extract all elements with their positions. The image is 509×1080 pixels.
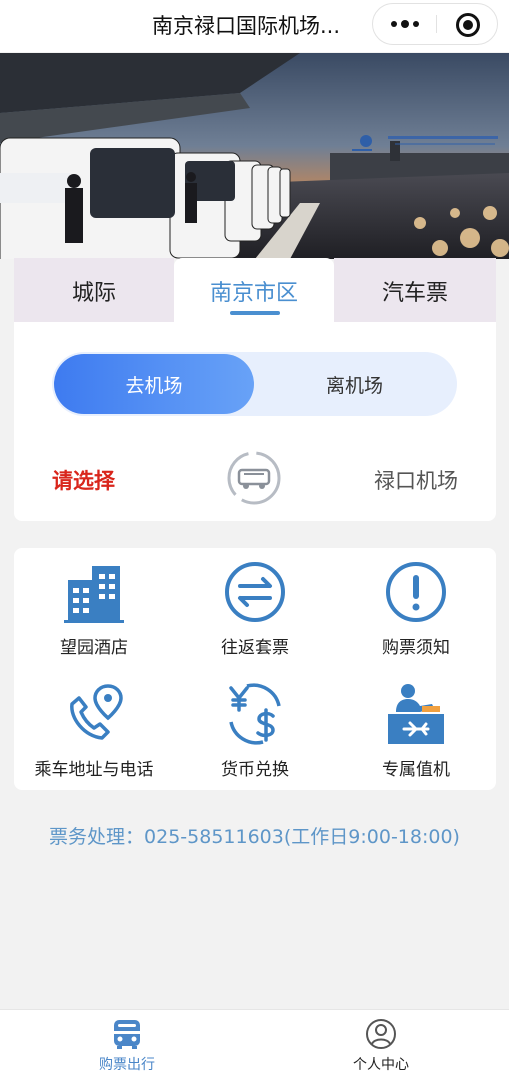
from-airport-button[interactable]: 离机场 xyxy=(252,352,457,416)
tabbar-label: 个人中心 xyxy=(353,1057,409,1073)
swap-route-icon[interactable] xyxy=(226,450,282,506)
tab-underline xyxy=(230,311,280,315)
page-title: 南京禄口国际机场... xyxy=(152,14,341,38)
service-label: 往返套票 xyxy=(221,638,289,658)
tabbar-item-profile[interactable]: 个人中心 xyxy=(254,1010,508,1080)
tab-label: 城际 xyxy=(71,280,116,306)
checkin-counter-icon xyxy=(388,684,444,744)
service-currency[interactable]: 货币兑换 xyxy=(175,670,335,790)
banner-image xyxy=(0,53,509,259)
capsule-divider xyxy=(436,15,437,33)
tab-bus-ticket[interactable]: 汽车票 xyxy=(334,258,496,323)
services-grid: 望园酒店 往返套票 购票须知 乘车地址与电话 货币兑换 专属值机 xyxy=(14,548,496,790)
phone-location-icon xyxy=(70,684,123,740)
service-round-trip[interactable]: 往返套票 xyxy=(175,548,335,668)
round-trip-arrows-icon xyxy=(225,562,285,622)
service-label: 乘车地址与电话 xyxy=(34,760,154,780)
tabbar-item-tickets[interactable]: 购票出行 xyxy=(0,1010,254,1080)
destination-label[interactable]: 禄口机场 xyxy=(374,465,458,495)
user-icon xyxy=(366,1019,396,1049)
service-label: 货币兑换 xyxy=(221,760,289,780)
category-tabs: 城际 南京市区 汽车票 xyxy=(0,258,509,323)
bus-icon xyxy=(114,1020,140,1049)
service-label: 专属值机 xyxy=(382,760,450,780)
ticket-hotline[interactable]: 票务处理：025-58511603(工作日9:00-18:00) xyxy=(0,822,509,849)
tab-intercity[interactable]: 城际 xyxy=(14,258,174,323)
service-label: 望园酒店 xyxy=(60,638,128,658)
service-hotel[interactable]: 望园酒店 xyxy=(14,548,174,668)
service-address-phone[interactable]: 乘车地址与电话 xyxy=(14,670,174,790)
hotel-building-icon xyxy=(64,566,124,623)
exclamation-notice-icon xyxy=(386,562,446,622)
dot-icon xyxy=(390,21,397,27)
service-label: 购票须知 xyxy=(382,638,450,658)
banner-carousel[interactable] xyxy=(0,53,509,259)
service-notice[interactable]: 购票须知 xyxy=(336,548,496,668)
currency-exchange-icon xyxy=(229,683,281,745)
bottom-tab-bar: 购票出行 个人中心 xyxy=(0,1009,509,1080)
tab-label: 南京市区 xyxy=(209,280,298,306)
dot-icon xyxy=(400,20,409,28)
nav-bar: 南京禄口国际机场... xyxy=(0,0,509,52)
origin-select[interactable]: 请选择 xyxy=(52,465,115,495)
direction-toggle: 去机场 离机场 xyxy=(52,352,457,416)
service-checkin[interactable]: 专属值机 xyxy=(336,670,496,790)
tab-nanjing-city[interactable]: 南京市区 xyxy=(174,258,334,323)
dot-icon xyxy=(412,21,419,27)
more-options-button[interactable] xyxy=(373,4,436,44)
close-miniprogram-button[interactable] xyxy=(456,13,480,37)
to-airport-button[interactable]: 去机场 xyxy=(54,354,254,414)
tabbar-label: 购票出行 xyxy=(99,1057,155,1073)
route-card: 去机场 离机场 请选择 禄口机场 xyxy=(14,322,496,521)
tab-label: 汽车票 xyxy=(381,280,448,306)
miniprogram-capsule xyxy=(372,3,498,45)
